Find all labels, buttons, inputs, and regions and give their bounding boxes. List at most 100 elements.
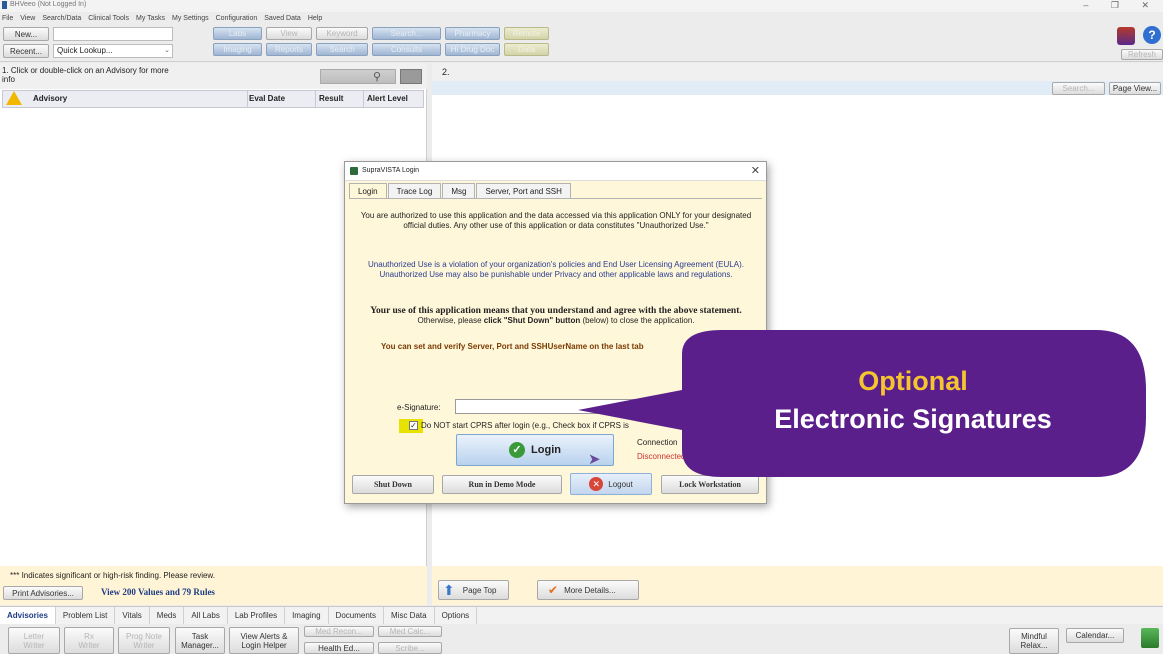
pharmacy-button[interactable]: Pharmacy (445, 27, 500, 40)
bottom-tab-bar: Advisories Problem List Vitals Meds All … (0, 606, 1163, 625)
health-ed-button[interactable]: Health Ed... (304, 642, 374, 654)
calendar-button[interactable]: Calendar... (1066, 628, 1124, 643)
remote-button[interactable]: Remote (504, 27, 549, 40)
close-window-icon[interactable]: ✕ (1141, 0, 1149, 10)
tab-problem-list[interactable]: Problem List (56, 606, 116, 625)
tab-documents[interactable]: Documents (329, 606, 385, 625)
imaging-button[interactable]: Imaging (213, 43, 262, 56)
agreement-bold: Your use of this application means that … (370, 306, 742, 316)
maximize-icon[interactable]: ❐ (1111, 0, 1119, 10)
tab-misc-data[interactable]: Misc Data (384, 606, 435, 625)
data-button[interactable]: Data (504, 43, 549, 56)
med-calc-button[interactable]: Med Calc... (378, 626, 442, 637)
print-advisories-button[interactable]: Print Advisories... (3, 586, 83, 600)
help-icon[interactable]: ? (1143, 26, 1161, 44)
tab-lab-profiles[interactable]: Lab Profiles (228, 606, 286, 625)
unauthorized-use-notice: Unauthorized Use is a violation of your … (368, 260, 744, 279)
consults-button[interactable]: Consults (372, 43, 441, 56)
app-icon (2, 1, 7, 9)
tab-imaging[interactable]: Imaging (285, 606, 329, 625)
menu-bar: File View Search/Data Clinical Tools My … (0, 12, 1163, 24)
status-icon[interactable] (1141, 628, 1159, 648)
agreement-end: (below) to close the application. (580, 316, 695, 325)
menu-help[interactable]: Help (308, 15, 322, 22)
minimize-icon[interactable]: – (1083, 0, 1088, 10)
menu-view[interactable]: View (20, 15, 35, 22)
rx-writer-button[interactable]: Rx Writer (64, 627, 114, 654)
drug-doc-button[interactable]: Hi Drug Doc (445, 43, 500, 56)
advisory-hint: 1. Click or double-click on an Advisory … (2, 66, 169, 84)
title-bar: BHVeeo (Not Logged In) – ❐ ✕ (0, 0, 1163, 12)
rx-label: Rx (84, 631, 94, 641)
med-recon-button[interactable]: Med Recon... (304, 626, 374, 637)
detail-number: 2. (442, 67, 450, 77)
search-button[interactable]: Search... (372, 27, 441, 40)
authorization-notice: You are authorized to use this applicati… (360, 211, 752, 230)
recent-button[interactable]: Recent... (3, 44, 49, 58)
view-alerts-button[interactable]: View Alerts & Login Helper (229, 627, 299, 654)
toolbar: New... Recent... Quick Lookup... ⌄ Labs … (0, 24, 1163, 62)
menu-search-data[interactable]: Search/Data (42, 15, 81, 22)
quick-lookup-select[interactable]: Quick Lookup... ⌄ (53, 44, 173, 58)
dialog-title-bar: SupraVISTA Login ✕ (345, 162, 766, 181)
database-icon[interactable] (1117, 27, 1135, 45)
task-manager-button[interactable]: Task Manager... (175, 627, 225, 654)
window-controls: – ❐ ✕ (1063, 0, 1149, 11)
detail-strip: Search... Page View... (432, 81, 1163, 95)
more-details-button[interactable]: ✔ More Details... (537, 580, 639, 600)
close-icon[interactable]: ✕ (751, 164, 760, 177)
logout-label: Logout (608, 479, 633, 489)
lock-workstation-button[interactable]: Lock Workstation (661, 475, 759, 494)
menu-clinical-tools[interactable]: Clinical Tools (88, 15, 129, 22)
column-alert-level[interactable]: Alert Level (367, 94, 408, 103)
column-advisory[interactable]: Advisory (33, 94, 67, 103)
view-values-link[interactable]: View 200 Values and 79 Rules (101, 587, 215, 597)
tab-all-labs[interactable]: All Labs (184, 606, 228, 625)
column-eval-date[interactable]: Eval Date (249, 94, 285, 103)
no-cprs-checkbox[interactable]: ✓ (409, 421, 418, 430)
writer-label: Writer (133, 640, 155, 650)
refresh-button[interactable]: Refresh (1121, 49, 1163, 60)
tab-msg[interactable]: Msg (442, 183, 476, 198)
letter-writer-button[interactable]: Letter Writer (8, 627, 60, 654)
scribe-button[interactable]: Scribe... (378, 642, 442, 654)
risk-legend: *** Indicates significant or high-risk f… (10, 571, 215, 580)
tab-options[interactable]: Options (435, 606, 478, 625)
checkmark-icon: ✔ (548, 583, 559, 597)
bottom-toolbar: Letter Writer Rx Writer Prog Note Writer… (0, 624, 1163, 654)
labs-button[interactable]: Labs (213, 27, 262, 40)
arrow-up-icon: ⬆ (443, 581, 455, 598)
menu-file[interactable]: File (2, 15, 13, 22)
quick-lookup-value: Quick Lookup... (57, 46, 113, 55)
advisory-filter-button[interactable]: ⚲ (320, 69, 396, 84)
detail-search-button[interactable]: Search... (1052, 82, 1105, 95)
tab-vitals[interactable]: Vitals (115, 606, 150, 625)
dialog-tabs: Login Trace Log Msg Server, Port and SSH (349, 183, 572, 199)
demo-mode-button[interactable]: Run in Demo Mode (442, 475, 562, 494)
menu-my-settings[interactable]: My Settings (172, 15, 209, 22)
prog-note-writer-button[interactable]: Prog Note Writer (118, 627, 170, 654)
reports-button[interactable]: Reports (266, 43, 312, 56)
menu-saved-data[interactable]: Saved Data (264, 15, 301, 22)
flag-icon[interactable] (400, 69, 422, 84)
new-button[interactable]: New... (3, 27, 49, 41)
writer-label: Writer (78, 640, 100, 650)
page-top-button[interactable]: ⬆ Page Top (438, 580, 509, 600)
menu-configuration[interactable]: Configuration (216, 15, 258, 22)
tab-meds[interactable]: Meds (150, 606, 185, 625)
chevron-down-icon: ⌄ (164, 47, 170, 54)
lock-icon (350, 167, 358, 175)
view-button[interactable]: View (266, 27, 312, 40)
tab-advisories[interactable]: Advisories (0, 606, 56, 625)
keyword-button[interactable]: Keyword (316, 27, 368, 40)
shut-down-button[interactable]: Shut Down (352, 475, 434, 494)
tab-login[interactable]: Login (349, 183, 387, 199)
column-result[interactable]: Result (319, 94, 343, 103)
mindful-relax-button[interactable]: Mindful Relax... (1009, 628, 1059, 654)
tab-server-port-ssh[interactable]: Server, Port and SSH (476, 183, 571, 198)
page-view-button[interactable]: Page View... (1109, 82, 1161, 95)
menu-my-tasks[interactable]: My Tasks (136, 15, 165, 22)
patient-input[interactable] (53, 27, 173, 41)
search-disabled-button[interactable]: Search (316, 43, 368, 56)
tab-trace-log[interactable]: Trace Log (387, 183, 442, 198)
